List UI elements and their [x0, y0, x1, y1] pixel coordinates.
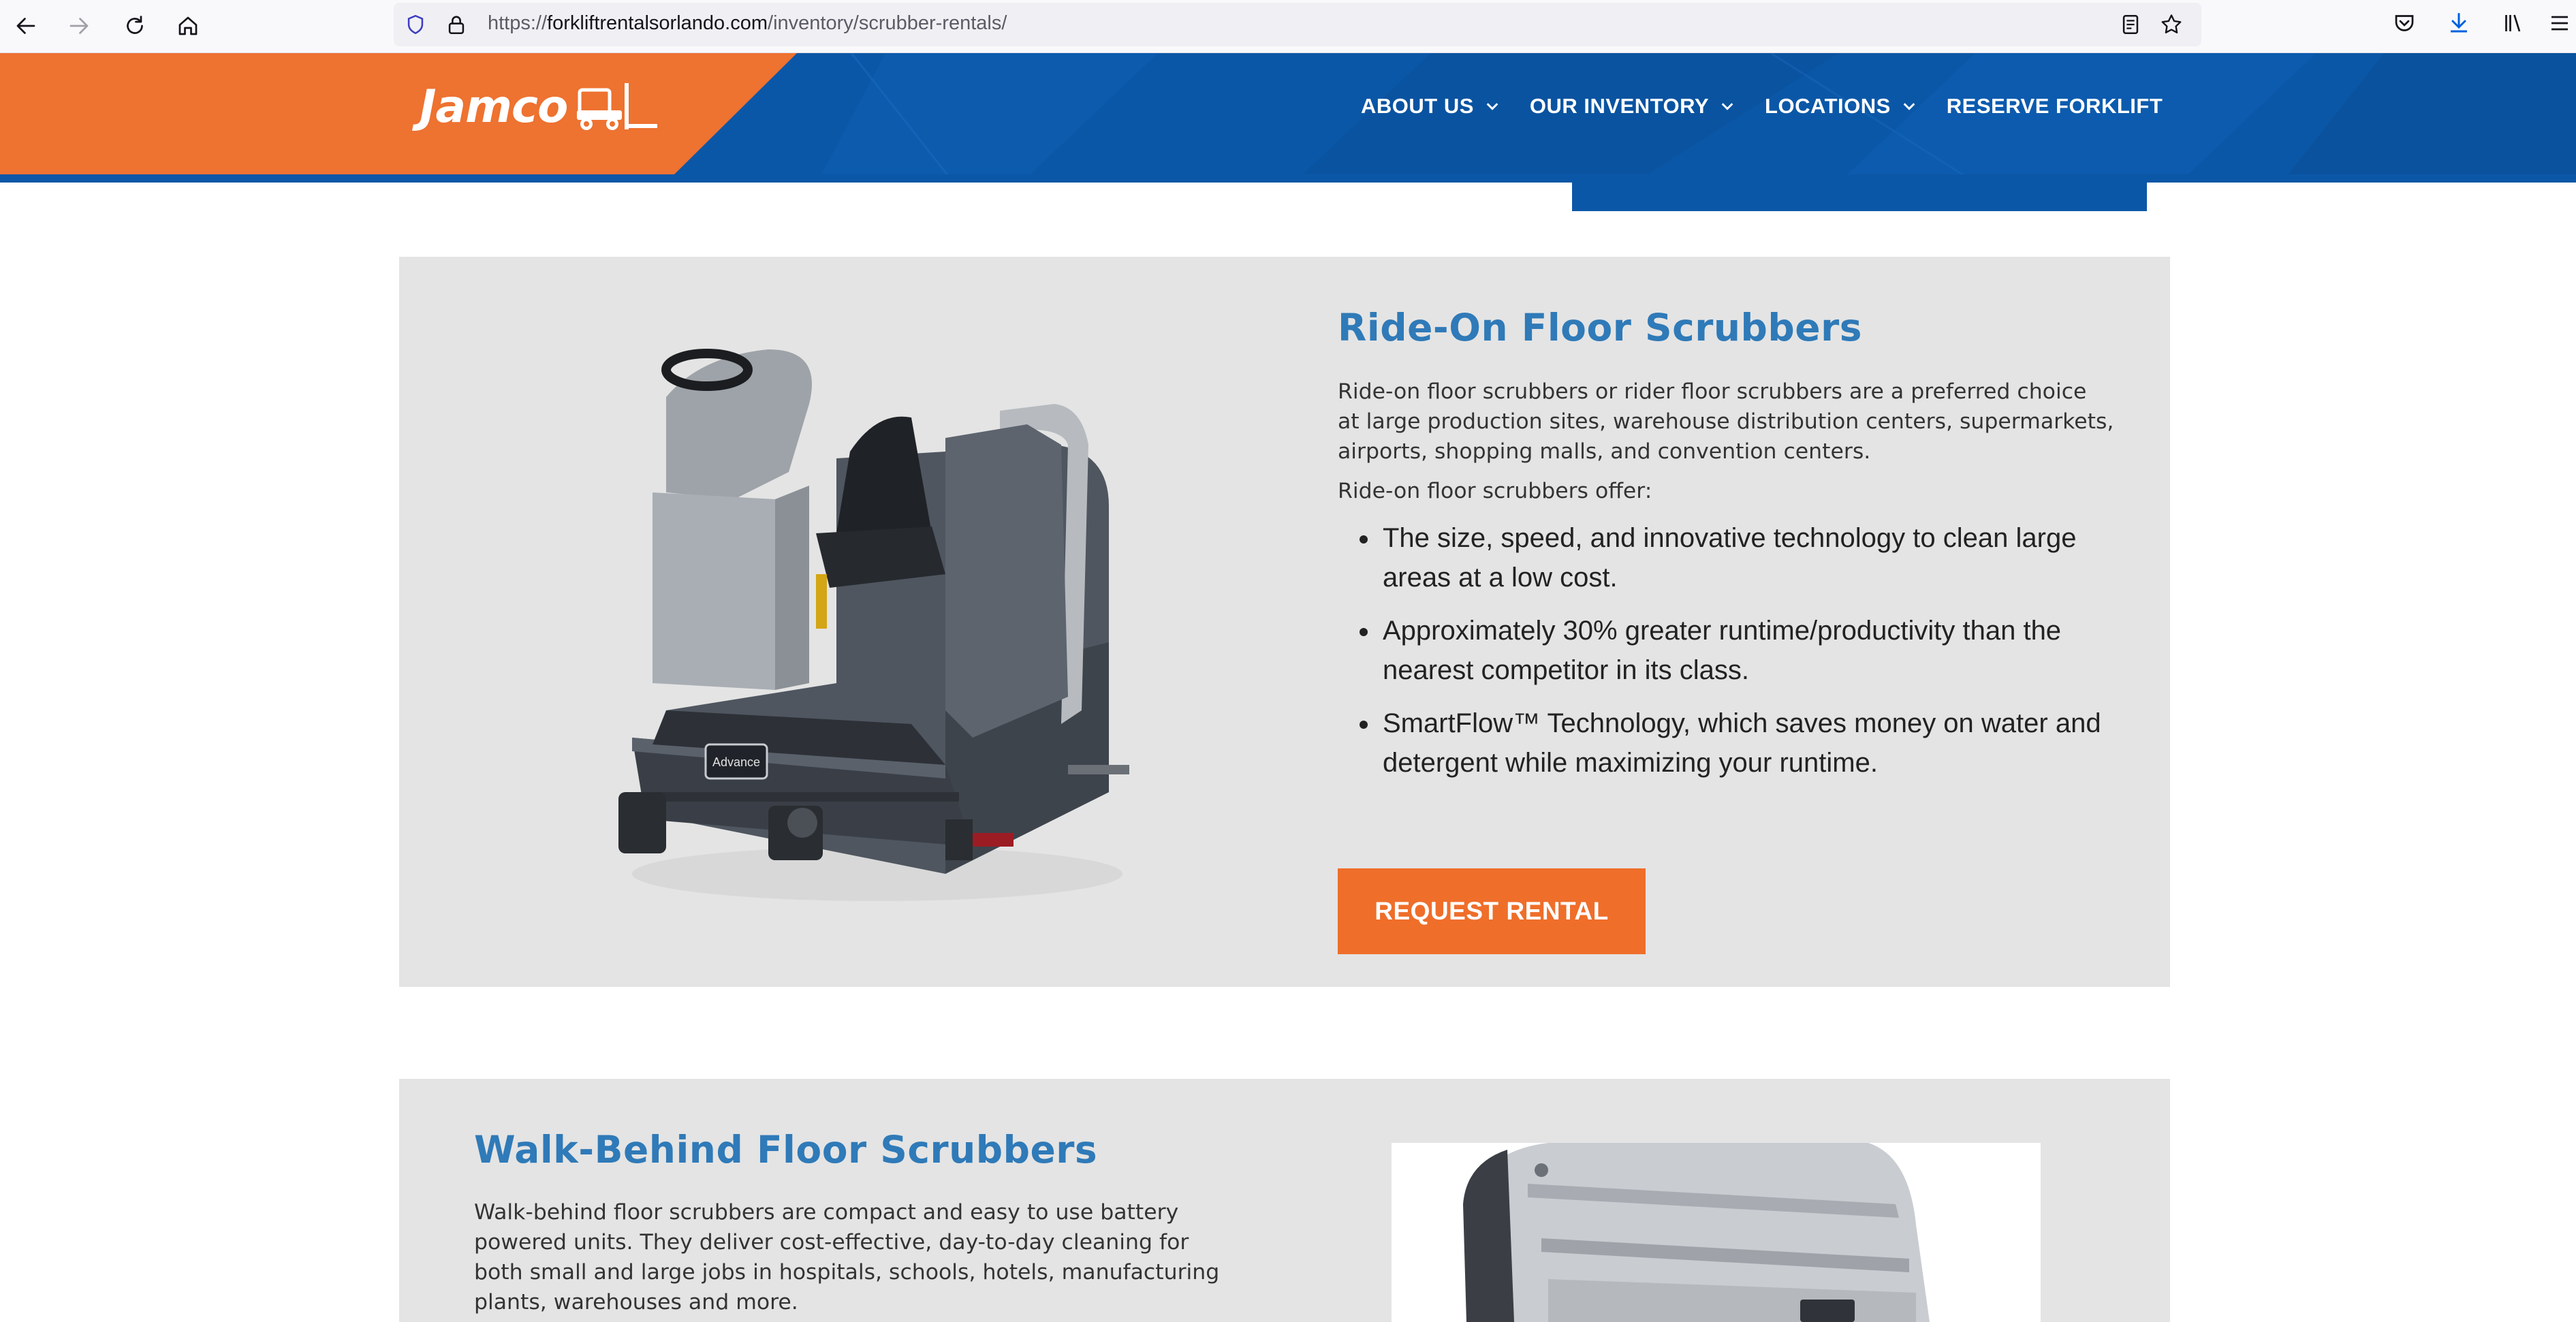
- request-rental-button[interactable]: REQUEST RENTAL: [1338, 868, 1646, 954]
- walk-behind-scrubber-image: [1392, 1143, 2041, 1322]
- nav-locations[interactable]: LOCATIONS: [1765, 94, 1917, 119]
- lock-icon[interactable]: [443, 11, 470, 38]
- url-host: forkliftrentalsorlando.com: [547, 12, 768, 34]
- forward-button[interactable]: [59, 5, 99, 46]
- ride-on-intro: Ride-on floor scrubbers or rider floor s…: [1338, 379, 2114, 464]
- walk-behind-content: Walk-Behind Floor Scrubbers Walk-behind …: [474, 1128, 1237, 1317]
- main-nav: ABOUT US OUR INVENTORY LOCATIONS RESERVE…: [1361, 94, 2193, 119]
- chevron-down-icon: [1903, 103, 1915, 110]
- advance-brand-badge: Advance: [712, 755, 760, 769]
- dropdown-tab-remnant: [1572, 181, 2147, 211]
- site-header: Jamco ABOUT US OUR INVENTORY LOCATIONS R…: [0, 53, 2576, 183]
- url-text[interactable]: https://forkliftrentalsorlando.com/inven…: [488, 12, 1007, 35]
- nav-reserve-forklift[interactable]: RESERVE FORKLIFT: [1947, 94, 2163, 119]
- nav-about-us[interactable]: ABOUT US: [1361, 94, 1500, 119]
- walk-behind-section: Walk-Behind Floor Scrubbers Walk-behind …: [399, 1079, 2170, 1322]
- nav-our-inventory-label: OUR INVENTORY: [1529, 94, 1710, 118]
- bookmark-star-icon[interactable]: [2158, 11, 2185, 38]
- address-bar[interactable]: https://forkliftrentalsorlando.com/inven…: [394, 3, 2201, 46]
- walk-behind-title: Walk-Behind Floor Scrubbers: [474, 1128, 1098, 1171]
- list-item: Approximately 30% greater runtime/produc…: [1338, 611, 2114, 690]
- url-path: /inventory/scrubber-rentals/: [768, 12, 1007, 34]
- ride-on-section: Advance Ride-On Floor Scrubbers Ride-on …: [399, 257, 2170, 987]
- back-arrow-icon: [16, 18, 35, 34]
- forward-arrow-icon: [69, 18, 89, 34]
- ride-on-benefits-list: The size, speed, and innovative technolo…: [1338, 518, 2114, 783]
- header-orange-band: [0, 53, 797, 174]
- forklift-logo-icon: [577, 83, 658, 130]
- nav-locations-label: LOCATIONS: [1765, 94, 1891, 118]
- ride-on-offer-label: Ride-on floor scrubbers offer:: [1338, 479, 1652, 503]
- nav-about-us-label: ABOUT US: [1361, 94, 1474, 118]
- tracking-shield-icon[interactable]: [402, 11, 429, 38]
- header-divider: [0, 174, 2576, 183]
- ride-on-content: Ride-On Floor Scrubbers Ride-on floor sc…: [1338, 306, 2114, 796]
- downloads-icon[interactable]: [2443, 7, 2475, 40]
- nav-reserve-forklift-label: RESERVE FORKLIFT: [1946, 94, 2163, 118]
- chevron-down-icon: [1721, 103, 1733, 110]
- nav-our-inventory[interactable]: OUR INVENTORY: [1530, 94, 1735, 119]
- reload-button[interactable]: [114, 5, 155, 46]
- pocket-icon[interactable]: [2388, 7, 2421, 40]
- home-icon: [178, 16, 198, 35]
- list-item: SmartFlow™ Technology, which saves money…: [1338, 704, 2114, 783]
- jamco-logo[interactable]: Jamco: [420, 79, 660, 133]
- browser-toolbar: https://forkliftrentalsorlando.com/inven…: [0, 0, 2576, 53]
- ride-on-scrubber-image: Advance: [618, 349, 1129, 901]
- walk-behind-scrubber-illustration: [1463, 1143, 1930, 1322]
- hamburger-menu-icon[interactable]: [2543, 7, 2576, 40]
- reader-view-icon[interactable]: [2117, 11, 2144, 38]
- back-button[interactable]: [5, 5, 46, 46]
- walk-behind-intro: Walk-behind floor scrubbers are compact …: [474, 1200, 1220, 1315]
- url-scheme: https://: [488, 12, 548, 34]
- chevron-down-icon: [1486, 103, 1498, 110]
- ride-on-title: Ride-On Floor Scrubbers: [1338, 306, 1862, 349]
- reload-icon: [127, 16, 143, 34]
- home-button[interactable]: [168, 5, 208, 46]
- library-icon[interactable]: [2497, 7, 2530, 40]
- list-item: The size, speed, and innovative technolo…: [1338, 518, 2114, 597]
- logo-text: Jamco: [420, 80, 568, 133]
